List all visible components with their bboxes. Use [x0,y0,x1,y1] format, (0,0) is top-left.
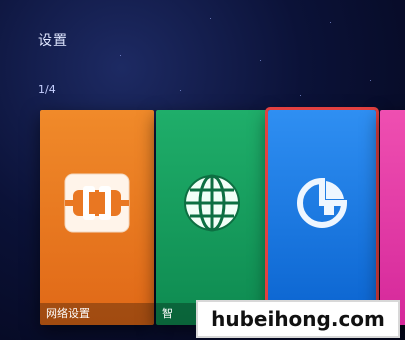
tile-label: 智 [162,307,173,320]
pie-chart-icon [292,173,352,237]
tile-network-settings[interactable]: 网络设置 [40,110,154,325]
watermark: hubeihong.com [196,300,400,338]
tile-smart[interactable]: 智 [156,110,268,325]
tile-label: 网络设置 [46,307,90,320]
page-indicator: 1/4 [38,83,56,96]
tile-selected[interactable] [265,107,379,328]
settings-tile-row: 网络设置 智 [40,107,405,328]
tile-next[interactable] [380,110,405,325]
network-plug-icon [63,172,131,238]
page-title: 设置 [38,33,68,49]
globe-icon [182,173,242,237]
